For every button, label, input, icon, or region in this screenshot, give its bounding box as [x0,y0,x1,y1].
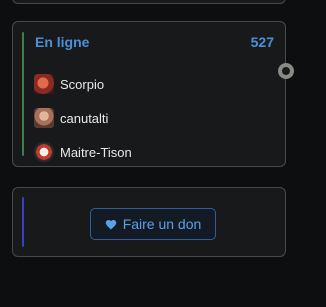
online-user[interactable]: canutalti [34,101,254,135]
panel-accent-bar [22,32,24,156]
previous-card-bottom [12,0,286,4]
scroll-handle[interactable] [278,63,294,79]
username: Scorpio [60,76,105,92]
online-users-panel: En ligne 527 Scorpio canutalti Maitre-Ti… [12,21,294,169]
donate-label: Faire un don [122,216,202,232]
avatar [34,142,54,162]
avatar [34,74,54,94]
heart-icon [105,219,116,229]
avatar [34,108,54,128]
online-count: 527 [250,34,274,50]
online-user[interactable]: Maitre-Tison [34,135,254,169]
donate-button[interactable]: Faire un don [90,208,216,240]
username: Maitre-Tison [60,144,132,160]
panel-accent-bar [22,197,24,247]
online-user[interactable]: Scorpio [34,67,254,101]
username: canutalti [60,110,109,126]
donate-panel: Faire un don [12,187,286,257]
online-user-list: Scorpio canutalti Maitre-Tison [34,67,254,169]
online-header: En ligne 527 [35,34,274,50]
online-title: En ligne [35,34,90,50]
